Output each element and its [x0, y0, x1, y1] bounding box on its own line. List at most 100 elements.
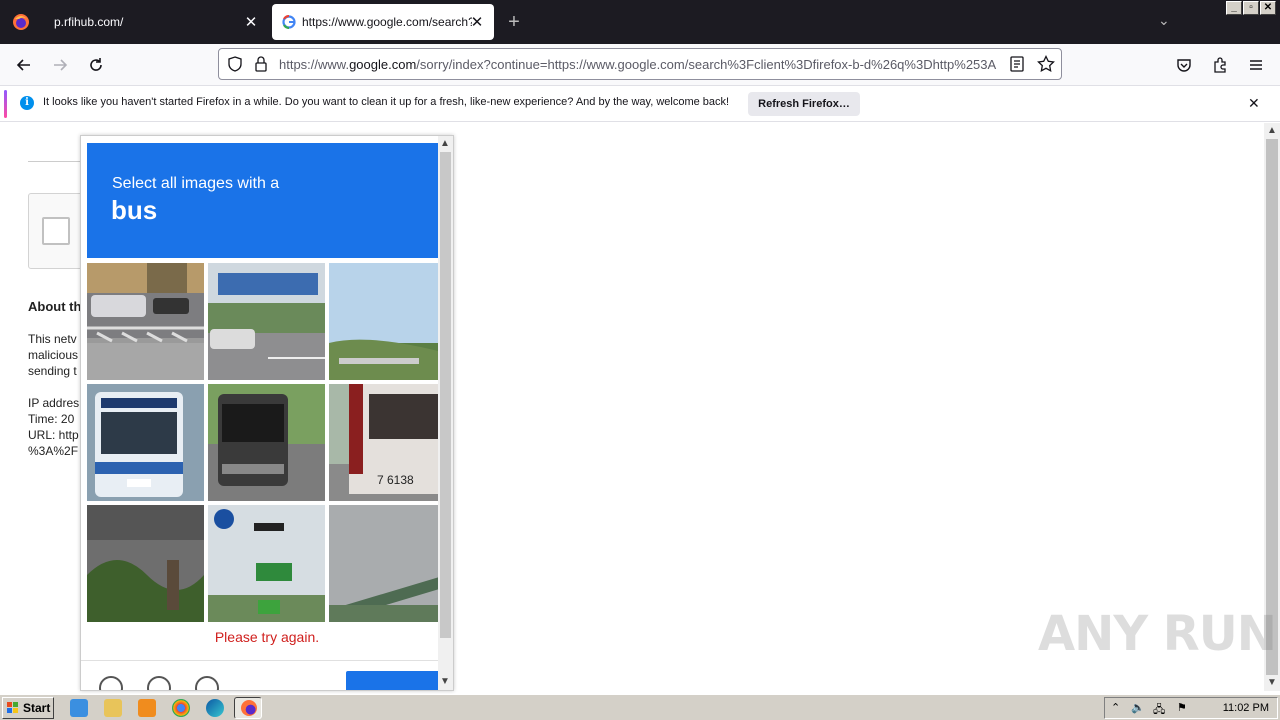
notification-message: It looks like you haven't started Firefo…: [43, 96, 730, 108]
windows-logo-icon: [7, 702, 18, 713]
captcha-tile[interactable]: [329, 263, 446, 380]
challenge-scrollbar[interactable]: ▲ ▼: [438, 136, 453, 690]
window-controls: _ ▫ ✕: [1226, 1, 1276, 15]
error-message: Please try again.: [214, 629, 320, 645]
scrollbar-thumb[interactable]: [440, 152, 451, 638]
bus-front-image: [87, 384, 204, 501]
overpass-image: [329, 505, 446, 622]
close-window-button[interactable]: ✕: [1260, 1, 1276, 15]
back-arrow-icon[interactable]: [12, 53, 36, 77]
trees-sky-image: [329, 263, 446, 380]
ie-icon[interactable]: [70, 699, 88, 717]
navigation-toolbar: https://www.google.com/sorry/index?conti…: [0, 44, 1280, 86]
tab-rfihub[interactable]: p.rfihub.com/ ✕: [44, 4, 268, 40]
roadside-plants-image: [87, 505, 204, 622]
edge-icon[interactable]: [206, 699, 224, 717]
info-text: This netv: [28, 332, 77, 346]
scroll-up-arrow-icon[interactable]: ▲: [440, 138, 450, 149]
captcha-tile[interactable]: [208, 263, 325, 380]
verify-button[interactable]: [346, 671, 446, 690]
notification-accent: [4, 90, 7, 118]
tab-google-search[interactable]: https://www.google.com/search?c ✕: [272, 4, 494, 40]
info-icon: i: [20, 96, 34, 110]
scrollbar-thumb[interactable]: [1266, 139, 1278, 675]
explorer-folder-icon[interactable]: [104, 699, 122, 717]
recaptcha-challenge: Select all images with a bus 7 6138 Plea…: [80, 135, 454, 691]
captcha-tile[interactable]: 7 6138: [329, 384, 446, 501]
close-tab-icon[interactable]: ✕: [242, 13, 260, 31]
time-text: Time: 20: [28, 412, 75, 426]
url-text: %3A%2F: [28, 444, 79, 458]
start-label: Start: [23, 701, 51, 715]
info-text: sending t: [28, 364, 77, 378]
show-hidden-icons-icon[interactable]: ⌃: [1111, 701, 1120, 714]
footer-divider: [81, 660, 453, 661]
action-center-flag-icon[interactable]: ⚑: [1177, 701, 1187, 714]
taskbar: Start ⌃ 🔈 🖧 ⚑ 11:02 PM: [0, 694, 1280, 720]
volume-icon[interactable]: 🔈: [1131, 701, 1145, 714]
close-tab-icon[interactable]: ✕: [468, 13, 486, 31]
challenge-target: bus: [111, 195, 158, 225]
forward-arrow-icon[interactable]: [48, 53, 72, 77]
captcha-tile[interactable]: [329, 505, 446, 622]
highway-billboard-image: [208, 263, 325, 380]
challenge-instruction: Select all images with a: [112, 175, 280, 192]
firefox-taskbar-button[interactable]: [234, 697, 262, 719]
traffic-signs-image: [208, 505, 325, 622]
info-text: malicious: [28, 348, 79, 362]
divider: [28, 161, 88, 162]
tab-title: p.rfihub.com/: [54, 15, 124, 29]
audio-challenge-icon[interactable]: [147, 676, 171, 690]
captcha-tile[interactable]: [87, 384, 204, 501]
bookmark-star-icon[interactable]: [1037, 54, 1055, 78]
new-tab-button[interactable]: +: [502, 10, 526, 34]
media-player-icon[interactable]: [138, 699, 156, 717]
network-icon[interactable]: 🖧: [1153, 701, 1165, 720]
scroll-down-arrow-icon[interactable]: ▼: [1267, 677, 1277, 688]
anyrun-watermark: ANY RUN: [1038, 606, 1277, 662]
bus-front-dark-image: [208, 384, 325, 501]
reload-challenge-icon[interactable]: [99, 676, 123, 690]
list-all-tabs-icon[interactable]: ⌄: [1158, 12, 1170, 29]
ip-address-text: IP addres: [28, 396, 80, 410]
scroll-up-arrow-icon[interactable]: ▲: [1267, 125, 1277, 136]
firefox-view-button[interactable]: [0, 0, 42, 44]
recaptcha-anchor: [28, 193, 88, 269]
captcha-tile[interactable]: [208, 384, 325, 501]
captcha-tile[interactable]: [87, 505, 204, 622]
restore-button[interactable]: ▫: [1243, 1, 1259, 15]
lock-icon[interactable]: [254, 56, 268, 77]
url-bar[interactable]: https://www.google.com/sorry/index?conti…: [218, 48, 1062, 80]
chrome-icon[interactable]: [172, 699, 190, 717]
scroll-down-arrow-icon[interactable]: ▼: [440, 676, 450, 687]
help-icon[interactable]: [195, 676, 219, 690]
captcha-tile[interactable]: [87, 263, 204, 380]
captcha-tile[interactable]: [208, 505, 325, 622]
refresh-firefox-button[interactable]: Refresh Firefox…: [748, 92, 860, 116]
clock[interactable]: 11:02 PM: [1223, 702, 1269, 714]
bus-number-label: 7 6138: [377, 473, 414, 487]
about-heading: About th: [28, 299, 82, 314]
recaptcha-checkbox[interactable]: [42, 217, 70, 245]
menu-hamburger-icon[interactable]: [1244, 53, 1268, 77]
firefox-icon: [241, 700, 257, 716]
firefox-icon: [13, 14, 29, 30]
url-text: URL: http: [28, 428, 79, 442]
start-button[interactable]: Start: [2, 697, 54, 719]
tab-bar: p.rfihub.com/ ✕ https://www.google.com/s…: [0, 0, 1280, 44]
notification-bar: i It looks like you haven't started Fire…: [0, 86, 1280, 122]
tab-title: https://www.google.com/search?c: [302, 15, 472, 29]
minimize-button[interactable]: _: [1226, 1, 1242, 15]
shield-icon[interactable]: [227, 56, 243, 77]
url-text[interactable]: https://www.google.com/sorry/index?conti…: [279, 57, 1009, 72]
reader-view-icon[interactable]: [1010, 56, 1024, 77]
close-notification-icon[interactable]: ✕: [1248, 95, 1260, 112]
google-icon: [282, 15, 296, 29]
extensions-icon[interactable]: [1208, 53, 1232, 77]
system-tray: ⌃ 🔈 🖧 ⚑ 11:02 PM: [1104, 697, 1278, 719]
street-crosswalk-image: [87, 263, 204, 380]
reload-icon[interactable]: [84, 53, 108, 77]
bus-side-image: 7 6138: [329, 384, 446, 501]
challenge-header: Select all images with a bus: [87, 143, 438, 258]
pocket-icon[interactable]: [1172, 53, 1196, 77]
